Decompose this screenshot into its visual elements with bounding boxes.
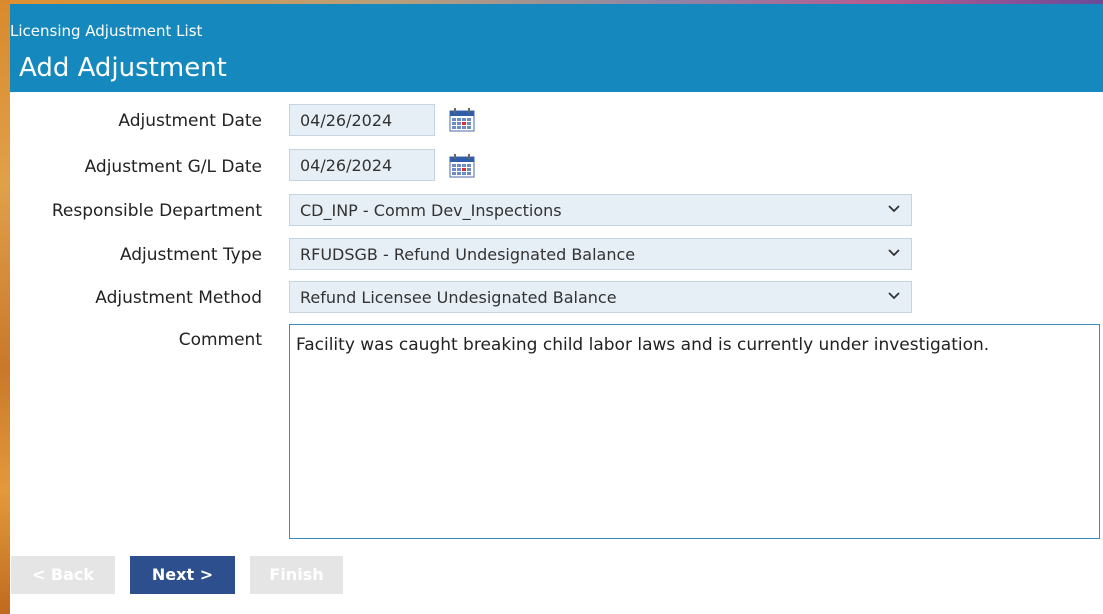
- adjustment-type-label: Adjustment Type: [119, 245, 262, 265]
- calendar-icon[interactable]: [449, 108, 475, 132]
- adjustment-type-select[interactable]: RFUDSGB - Refund Undesignated Balance: [289, 238, 912, 270]
- department-select[interactable]: CD_INP - Comm Dev_Inspections: [289, 194, 912, 226]
- gl-date-label: Adjustment G/L Date: [84, 157, 262, 177]
- comment-textarea[interactable]: Facility was caught breaking child labor…: [289, 324, 1100, 539]
- department-label: Responsible Department: [51, 201, 262, 221]
- next-button[interactable]: Next >: [130, 556, 235, 594]
- page-header: Licensing Adjustment List Add Adjustment: [0, 4, 1103, 92]
- adjustment-date-label: Adjustment Date: [118, 111, 262, 131]
- back-button[interactable]: < Back: [11, 556, 115, 594]
- calendar-icon[interactable]: [449, 154, 475, 178]
- comment-label: Comment: [178, 330, 262, 350]
- chevron-down-icon: [888, 292, 900, 300]
- adjustment-type-select-value: RFUDSGB - Refund Undesignated Balance: [300, 245, 636, 264]
- adjustment-method-select[interactable]: Refund Licensee Undesignated Balance: [289, 281, 912, 313]
- department-select-value: CD_INP - Comm Dev_Inspections: [300, 201, 562, 220]
- finish-button[interactable]: Finish: [250, 556, 343, 594]
- adjustment-method-select-value: Refund Licensee Undesignated Balance: [300, 288, 617, 307]
- page-title: Add Adjustment: [19, 53, 227, 83]
- adjustment-date-input[interactable]: 04/26/2024: [289, 104, 435, 136]
- chevron-down-icon: [888, 205, 900, 213]
- gl-date-input[interactable]: 04/26/2024: [289, 149, 435, 181]
- chevron-down-icon: [888, 249, 900, 257]
- left-edge-border: [0, 0, 10, 614]
- adjustment-method-label: Adjustment Method: [95, 288, 262, 308]
- breadcrumb-link[interactable]: Licensing Adjustment List: [10, 22, 202, 40]
